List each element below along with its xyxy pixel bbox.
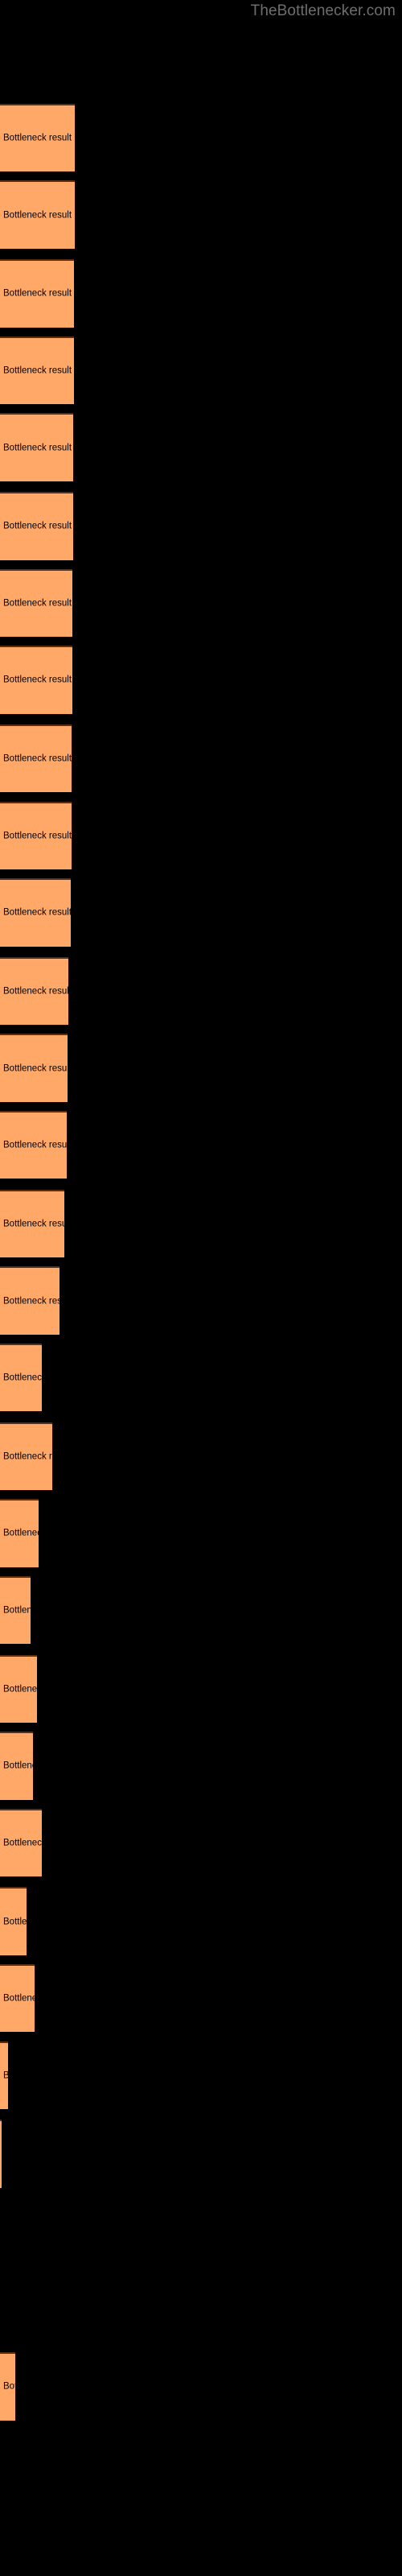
bar-label: Bottleneck result <box>3 133 72 143</box>
bar-label: Bottleneck result <box>3 1993 35 2004</box>
bar-row: Bottleneck result <box>0 1964 402 2033</box>
bar[interactable]: Bottleneck result <box>0 2352 15 2421</box>
bar-label: Bottleneck result <box>3 1373 42 1383</box>
bar-row: Bottleneck result <box>0 646 402 714</box>
bottleneck-bar-chart: Bottleneck result Bottleneck result Bottle… <box>0 0 402 2576</box>
bar[interactable]: Bottleneck result <box>0 2041 8 2109</box>
bar-row: Bottleneck result <box>0 2197 402 2264</box>
bar-row: Bottleneck result <box>0 2273 402 2341</box>
bar[interactable]: Bottleneck result <box>0 492 73 560</box>
bar-label: Bottleneck result <box>3 288 72 299</box>
bar-row: Bottleneck result <box>0 1111 402 1179</box>
bar-row: Bottleneck result <box>0 1343 402 1412</box>
bar-row: Bottleneck result <box>0 1422 402 1491</box>
bar[interactable]: Bottleneck result <box>0 1034 68 1102</box>
bar-label: Bottleneck result <box>3 1219 64 1229</box>
bar-label: Bottleneck result <box>3 1761 33 1771</box>
bar-row: Bottleneck result <box>0 878 402 947</box>
bar-row: Bottleneck result <box>0 2352 402 2421</box>
bar-label: Bottleneck result <box>3 1605 31 1616</box>
bar-label: Bottleneck result <box>3 210 72 221</box>
bar-label: Bottleneck result <box>3 2381 15 2392</box>
bar[interactable]: Bottleneck result <box>0 1654 37 1723</box>
bar-label: Bottleneck result <box>3 1684 37 1695</box>
bar-label: Bottleneck result <box>3 2070 8 2081</box>
bar-row: Bottleneck result <box>0 1189 402 1258</box>
bar[interactable]: Bottleneck result <box>0 956 68 1026</box>
bar-label: Bottleneck result <box>3 1917 27 1927</box>
bar[interactable]: Bottleneck result <box>0 103 75 172</box>
bar-row: Bottleneck result <box>0 724 402 793</box>
bar[interactable]: Bottleneck result <box>0 801 72 869</box>
bar[interactable]: Bottleneck result <box>0 336 74 405</box>
bar-label: Bottleneck result <box>3 986 68 997</box>
bar[interactable]: Bottleneck result <box>0 1808 42 1877</box>
bar-row: Bottleneck result <box>0 1732 402 1800</box>
bar-label: Bottleneck result <box>3 443 72 453</box>
bar-label: Bottleneck result <box>3 675 72 685</box>
bar[interactable]: Bottleneck result <box>0 1575 31 1645</box>
bar-label: Bottleneck result <box>3 907 71 918</box>
bar-row: Bottleneck result <box>0 1654 402 1723</box>
bar-label: Bottleneck result <box>3 1063 68 1074</box>
bar-label: Bottleneck result <box>3 598 72 609</box>
bar[interactable]: Bottleneck result <box>0 1111 67 1179</box>
bar[interactable]: Bottleneck result <box>0 568 72 638</box>
bar-row: Bottleneck result <box>0 259 402 328</box>
bar-row: Bottleneck result <box>0 1887 402 1955</box>
bar-row: Bottleneck result <box>0 336 402 405</box>
bar[interactable]: Bottleneck result <box>0 1189 64 1258</box>
bar[interactable]: Bottleneck result <box>0 2120 2 2188</box>
bar[interactable]: Bottleneck result <box>0 646 72 714</box>
bar[interactable]: Bottleneck result <box>0 180 75 249</box>
bar[interactable]: Bottleneck result <box>0 1964 35 2033</box>
bar-row: Bottleneck result <box>0 413 402 481</box>
bar[interactable]: Bottleneck result <box>0 878 71 947</box>
bar-row: Bottleneck result <box>0 2120 402 2188</box>
bar-row: Bottleneck result <box>0 103 402 172</box>
bar-label: Bottleneck result <box>3 521 72 531</box>
bar-row: Bottleneck result <box>0 1575 402 1645</box>
bar-label: Bottleneck result <box>3 365 72 376</box>
bar-label: Bottleneck result <box>3 1140 67 1150</box>
bar[interactable]: Bottleneck result <box>0 1422 52 1491</box>
bar-row: Bottleneck result <box>0 2041 402 2109</box>
bar[interactable]: Bottleneck result <box>0 259 74 328</box>
bar-row: Bottleneck result <box>0 568 402 638</box>
bar[interactable]: Bottleneck result <box>0 724 72 793</box>
bar-label: Bottleneck result <box>3 1296 59 1307</box>
bar[interactable]: Bottleneck result <box>0 1732 33 1800</box>
bar[interactable]: Bottleneck result <box>0 413 73 481</box>
bar-row: Bottleneck result <box>0 801 402 869</box>
bar[interactable]: Bottleneck result <box>0 1887 27 1955</box>
bar-label: Bottleneck result <box>3 1838 42 1848</box>
bar[interactable]: Bottleneck result <box>0 1266 59 1335</box>
bar-row: Bottleneck result <box>0 1266 402 1335</box>
bar-label: Bottleneck result <box>3 1451 52 1462</box>
bar-label: Bottleneck result <box>3 831 72 841</box>
bar-row: Bottleneck result <box>0 1034 402 1102</box>
bar-row: Bottleneck result <box>0 956 402 1026</box>
bar-row: Bottleneck result <box>0 180 402 249</box>
bar-label: Bottleneck result <box>3 753 72 764</box>
bar-row: Bottleneck result <box>0 1808 402 1877</box>
bar-label: Bottleneck result <box>3 1528 39 1538</box>
bar[interactable]: Bottleneck result <box>0 1343 42 1412</box>
bar-row: Bottleneck result <box>0 492 402 560</box>
bar-row: Bottleneck result <box>0 1499 402 1567</box>
bar[interactable]: Bottleneck result <box>0 1499 39 1567</box>
